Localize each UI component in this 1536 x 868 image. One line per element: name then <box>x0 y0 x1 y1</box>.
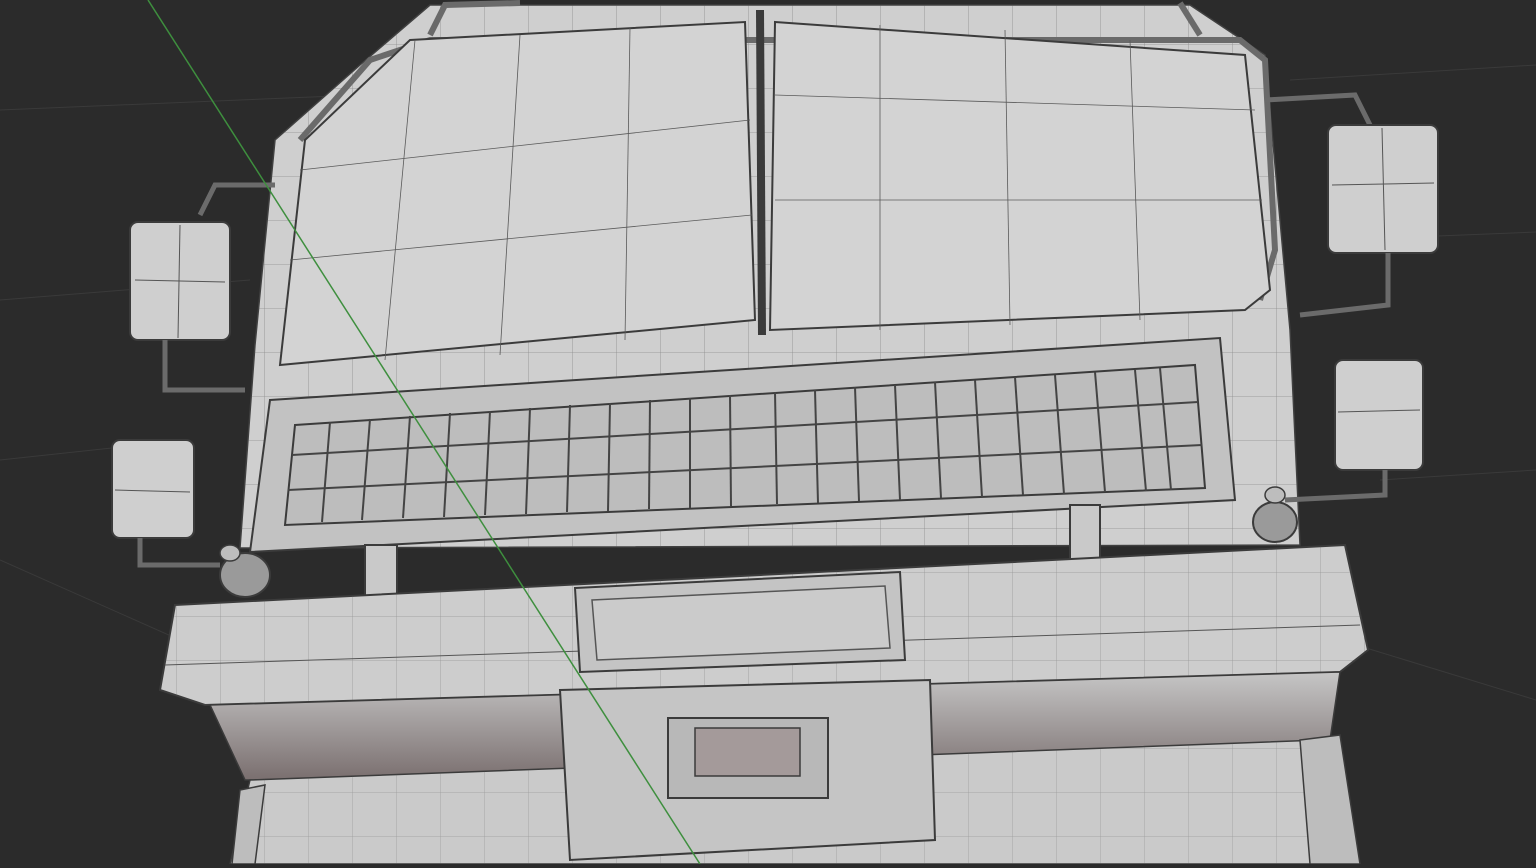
mirror-right-upper[interactable] <box>1264 92 1439 318</box>
3d-viewport[interactable] <box>0 0 1536 865</box>
headlight-left[interactable] <box>219 544 271 598</box>
windshield-right[interactable] <box>768 20 1272 332</box>
license-plate-recess[interactable] <box>573 570 907 674</box>
windshield-divider <box>756 9 766 336</box>
mirror-left-lower[interactable] <box>111 439 220 568</box>
tow-hook-recess[interactable] <box>558 678 937 862</box>
